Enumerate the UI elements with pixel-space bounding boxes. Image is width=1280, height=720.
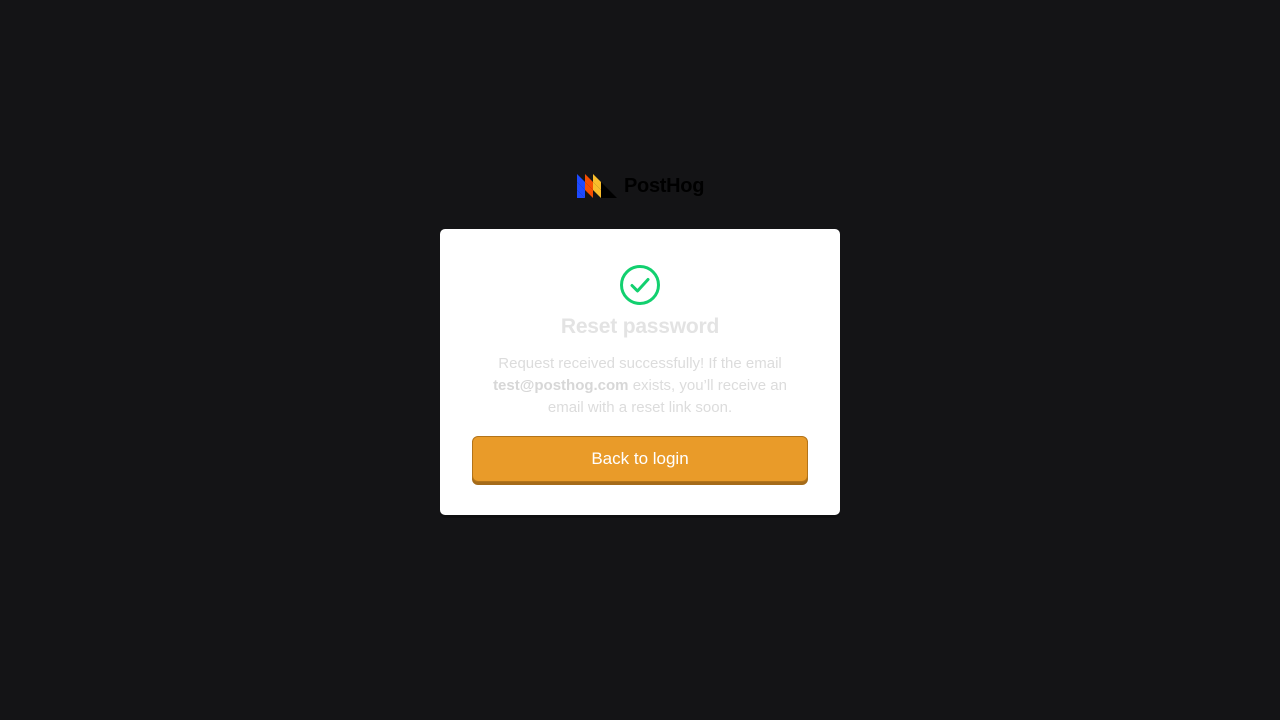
success-message: Request received successfully! If the em… [485,353,795,419]
back-to-login-label: Back to login [591,449,689,468]
email-address: test@posthog.com [493,377,629,394]
posthog-wordmark: PostHog [624,175,705,197]
back-to-login-button[interactable]: Back to login [472,436,808,482]
reset-password-page: PostHog Reset password Request received … [0,0,1280,720]
posthog-logo: PostHog [577,174,704,198]
reset-password-card: Reset password Request received successf… [440,229,840,515]
posthog-hedgehog-logo-icon [577,174,617,198]
message-text-before: Request received successfully! If the em… [498,355,782,372]
check-circle-icon [620,265,660,305]
page-title: Reset password [560,315,720,338]
